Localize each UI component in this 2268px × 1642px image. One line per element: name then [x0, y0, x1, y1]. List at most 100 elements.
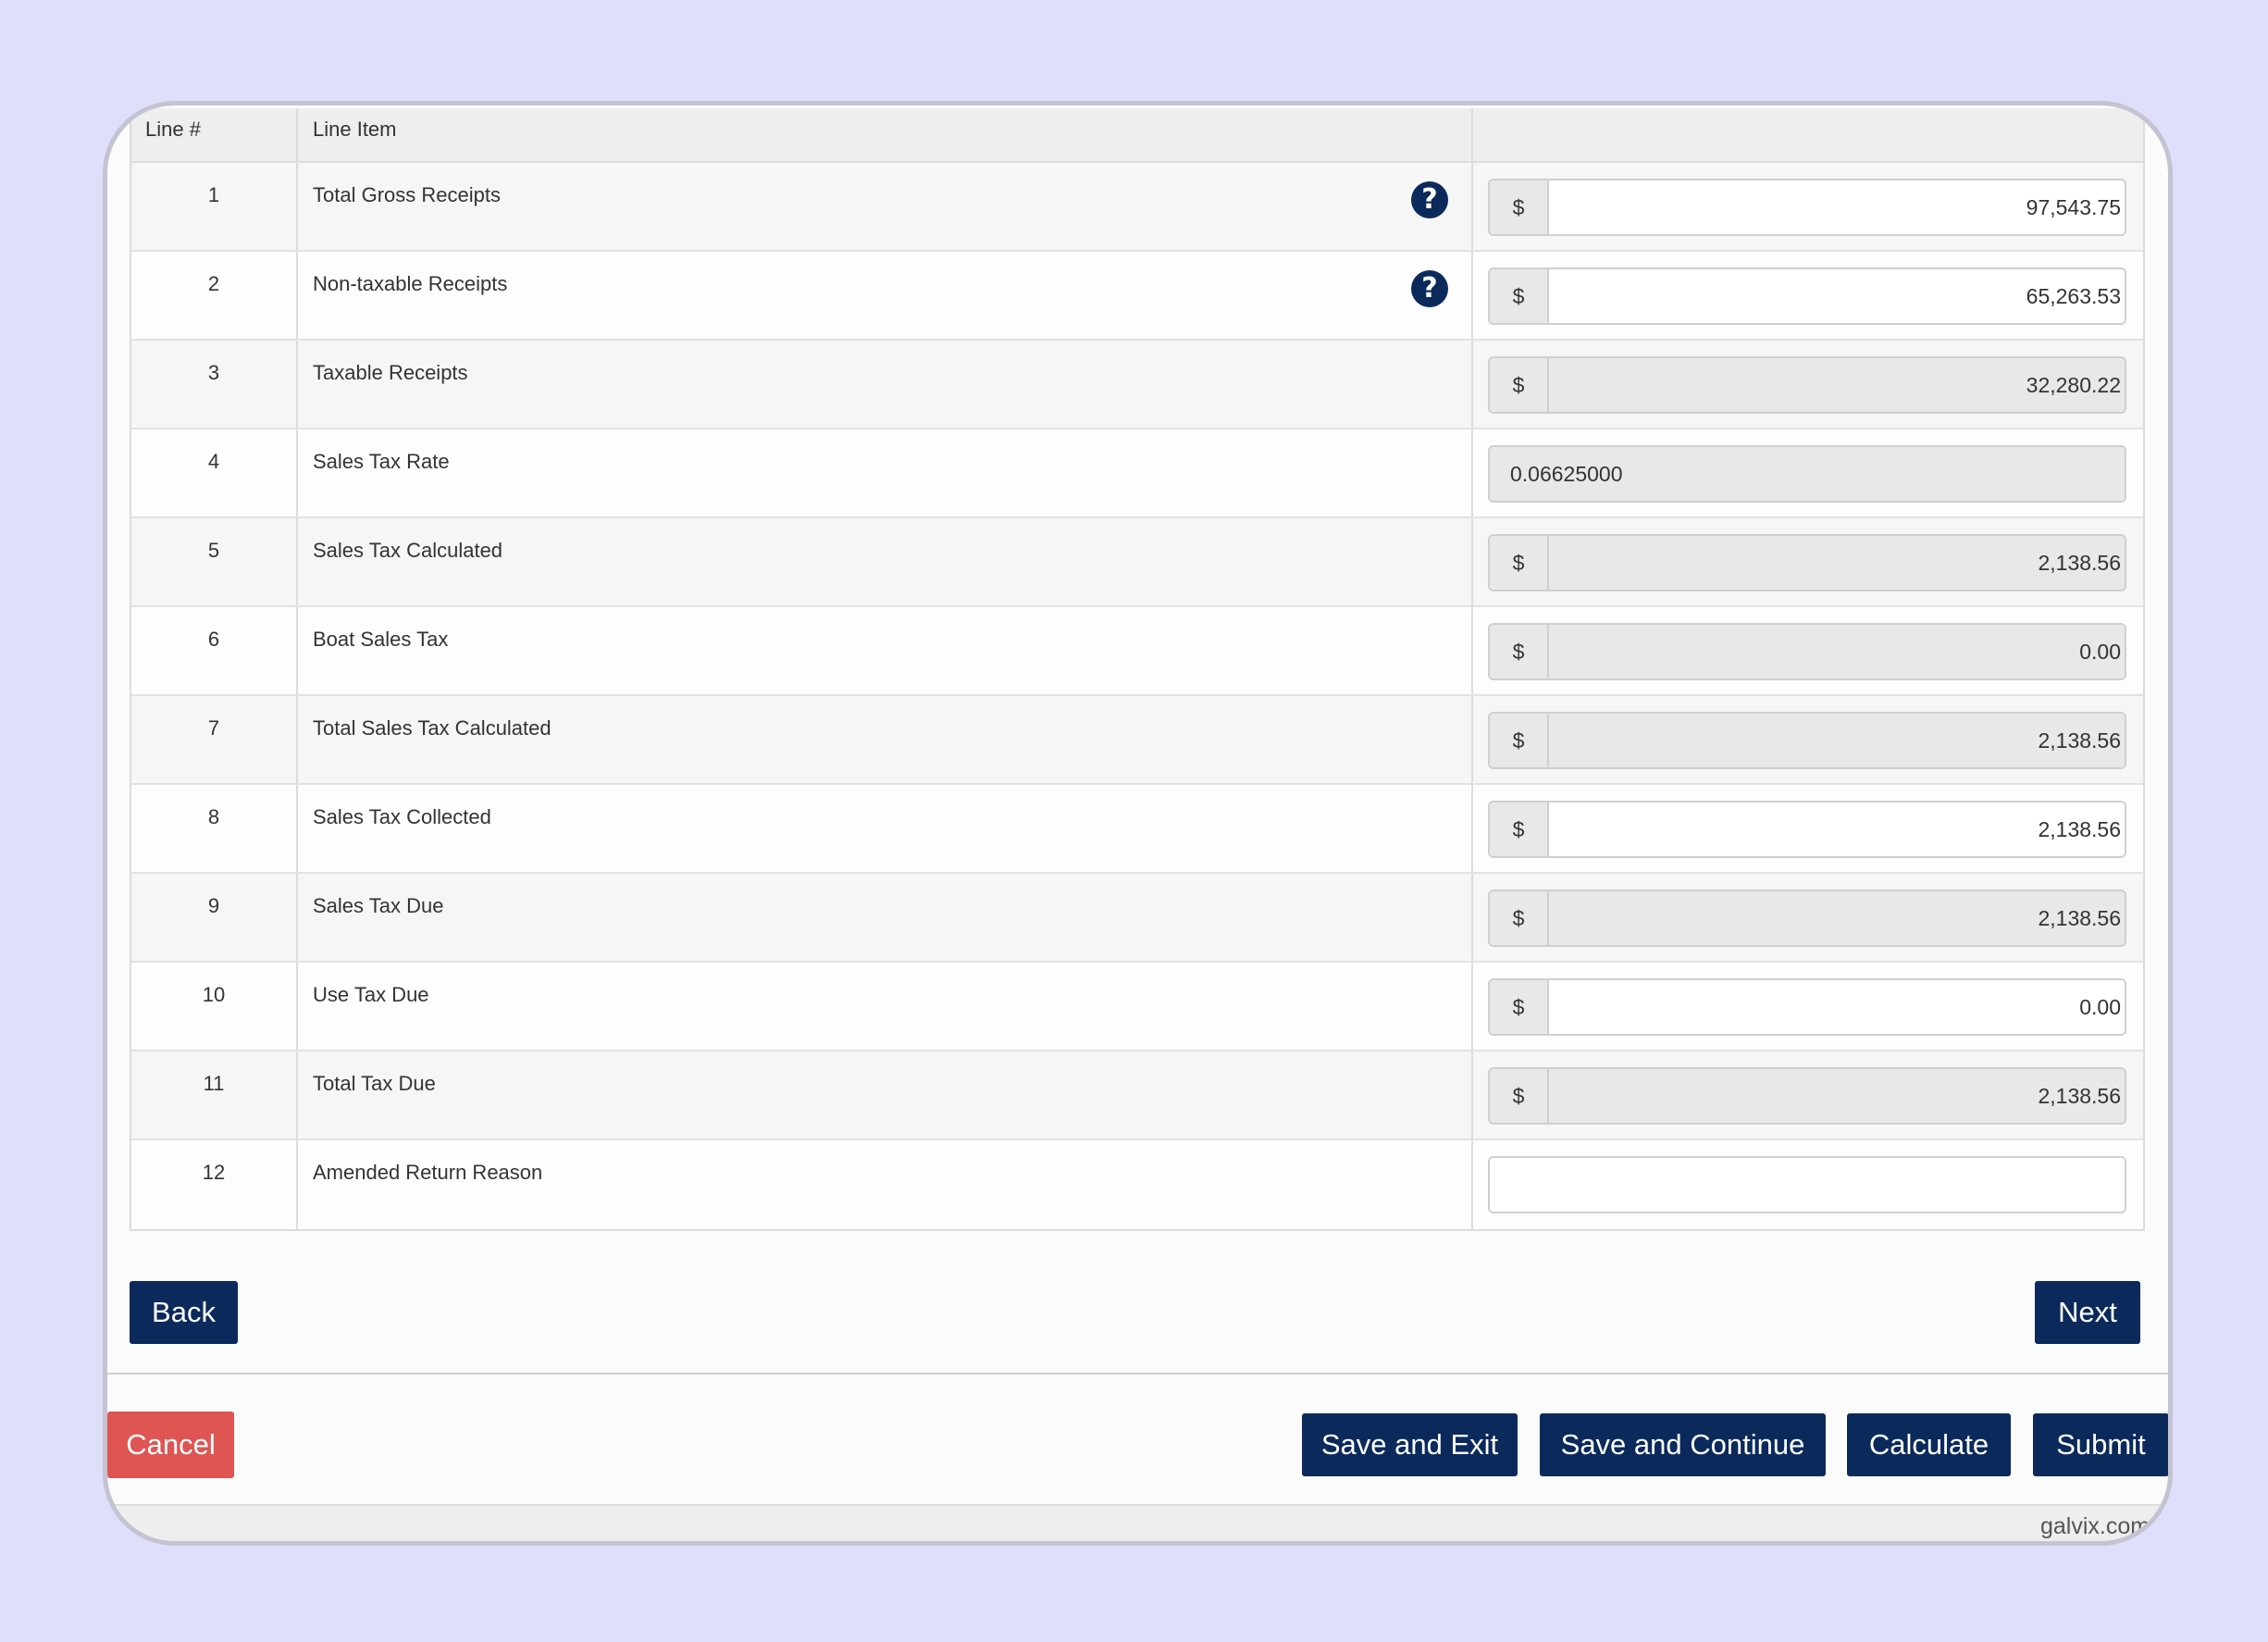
- calculate-button[interactable]: Calculate: [1847, 1413, 2011, 1476]
- line-item-label: Sales Tax Due: [313, 894, 444, 917]
- amount-field[interactable]: $97,543.75: [1488, 179, 2126, 236]
- cancel-button[interactable]: Cancel: [107, 1412, 234, 1478]
- amount-value[interactable]: 2,138.56: [1549, 802, 2125, 856]
- line-item-label: Sales Tax Calculated: [313, 539, 503, 562]
- amount-field[interactable]: [1488, 1156, 2126, 1213]
- line-item-label: Total Sales Tax Calculated: [313, 716, 552, 740]
- submit-button[interactable]: Submit: [2033, 1413, 2168, 1476]
- amount-field: $0.00: [1488, 623, 2126, 680]
- table-row: 5 Sales Tax Calculated $2,138.56: [131, 518, 2143, 607]
- question-circle-icon[interactable]: ?: [1411, 270, 1448, 307]
- table-row: 9 Sales Tax Due $2,138.56: [131, 874, 2143, 963]
- value-cell: $32,280.22: [1473, 341, 2143, 428]
- currency-prefix: $: [1490, 802, 1549, 856]
- line-number: 10: [131, 963, 298, 1050]
- value-cell: $97,543.75: [1473, 163, 2143, 250]
- value-cell: $2,138.56: [1473, 874, 2143, 961]
- table-row: 7 Total Sales Tax Calculated $2,138.56: [131, 696, 2143, 785]
- line-number: 1: [131, 163, 298, 250]
- line-number: 3: [131, 341, 298, 428]
- back-button[interactable]: Back: [130, 1281, 238, 1344]
- value-cell: $65,263.53: [1473, 252, 2143, 339]
- table-row: 3 Taxable Receipts $32,280.22: [131, 341, 2143, 429]
- line-item-cell: Amended Return Reason: [298, 1140, 1473, 1229]
- value-cell: $2,138.56: [1473, 1051, 2143, 1138]
- save-and-exit-button[interactable]: Save and Exit: [1302, 1413, 1518, 1476]
- table-row: 12 Amended Return Reason: [131, 1140, 2143, 1229]
- amount-value: 2,138.56: [1549, 714, 2125, 767]
- line-item-cell: Sales Tax Rate: [298, 429, 1473, 516]
- amount-value[interactable]: 65,263.53: [1549, 269, 2125, 323]
- line-item-cell: Use Tax Due: [298, 963, 1473, 1050]
- amount-field: $2,138.56: [1488, 712, 2126, 769]
- amount-value: 0.06625000: [1490, 447, 2125, 501]
- amount-value[interactable]: 0.00: [1549, 980, 2125, 1034]
- value-cell: $0.00: [1473, 963, 2143, 1050]
- line-number: 5: [131, 518, 298, 605]
- line-item-cell: Total Tax Due: [298, 1051, 1473, 1138]
- amount-field[interactable]: $2,138.56: [1488, 801, 2126, 858]
- question-circle-icon[interactable]: ?: [1411, 181, 1448, 218]
- line-item-cell: Total Sales Tax Calculated: [298, 696, 1473, 783]
- table-row: 10 Use Tax Due $0.00: [131, 963, 2143, 1051]
- line-item-label: Total Gross Receipts: [313, 183, 501, 206]
- amount-value: 32,280.22: [1549, 358, 2125, 412]
- line-number: 6: [131, 607, 298, 694]
- amount-value[interactable]: 97,543.75: [1549, 180, 2125, 234]
- amount-field: $32,280.22: [1488, 356, 2126, 414]
- tax-return-table: Line # Line Item 1 Total Gross Receipts? $…: [130, 108, 2145, 1231]
- table-row: 11 Total Tax Due $2,138.56: [131, 1051, 2143, 1140]
- table-row: 4 Sales Tax Rate 0.06625000: [131, 429, 2143, 518]
- line-item-label: Amended Return Reason: [313, 1161, 543, 1184]
- table-row: 1 Total Gross Receipts? $97,543.75: [131, 163, 2143, 252]
- amount-field: $2,138.56: [1488, 1067, 2126, 1125]
- line-item-label: Total Tax Due: [313, 1072, 436, 1095]
- line-number: 11: [131, 1051, 298, 1138]
- line-number: 12: [131, 1140, 298, 1229]
- next-button[interactable]: Next: [2035, 1281, 2140, 1344]
- footer-strip: [107, 1504, 2168, 1541]
- watermark: galvix.com: [2040, 1513, 2150, 1539]
- currency-prefix: $: [1490, 625, 1549, 678]
- save-and-continue-button[interactable]: Save and Continue: [1540, 1413, 1826, 1476]
- line-item-label: Non-taxable Receipts: [313, 272, 508, 295]
- line-item-label: Use Tax Due: [313, 983, 429, 1006]
- value-cell: $2,138.56: [1473, 696, 2143, 783]
- amount-field[interactable]: $0.00: [1488, 978, 2126, 1036]
- amount-field: $2,138.56: [1488, 889, 2126, 947]
- line-item-label: Boat Sales Tax: [313, 628, 449, 651]
- currency-prefix: $: [1490, 536, 1549, 590]
- line-item-cell: Sales Tax Collected: [298, 785, 1473, 872]
- currency-prefix: $: [1490, 269, 1549, 323]
- currency-prefix: $: [1490, 1069, 1549, 1123]
- value-cell: $0.00: [1473, 607, 2143, 694]
- line-number: 4: [131, 429, 298, 516]
- line-item-label: Sales Tax Rate: [313, 450, 450, 473]
- value-cell: [1473, 1140, 2143, 1229]
- currency-prefix: $: [1490, 891, 1549, 945]
- value-cell: 0.06625000: [1473, 429, 2143, 516]
- amount-field: $2,138.56: [1488, 534, 2126, 591]
- amount-value[interactable]: [1490, 1158, 2125, 1212]
- app-window: Line # Line Item 1 Total Gross Receipts? $…: [103, 101, 2173, 1546]
- line-number: 8: [131, 785, 298, 872]
- table-row: 2 Non-taxable Receipts? $65,263.53: [131, 252, 2143, 341]
- header-value: [1473, 108, 2143, 161]
- line-item-cell: Boat Sales Tax: [298, 607, 1473, 694]
- table-header: Line # Line Item: [131, 108, 2143, 163]
- line-number: 9: [131, 874, 298, 961]
- line-item-cell: Total Gross Receipts?: [298, 163, 1473, 250]
- value-cell: $2,138.56: [1473, 518, 2143, 605]
- header-line-num: Line #: [131, 108, 298, 161]
- currency-prefix: $: [1490, 980, 1549, 1034]
- table-row: 6 Boat Sales Tax $0.00: [131, 607, 2143, 696]
- amount-value: 0.00: [1549, 625, 2125, 678]
- line-item-cell: Taxable Receipts: [298, 341, 1473, 428]
- line-number: 7: [131, 696, 298, 783]
- amount-field[interactable]: $65,263.53: [1488, 267, 2126, 325]
- header-line-item: Line Item: [298, 108, 1473, 161]
- value-cell: $2,138.56: [1473, 785, 2143, 872]
- line-item-cell: Sales Tax Due: [298, 874, 1473, 961]
- amount-value: 2,138.56: [1549, 1069, 2125, 1123]
- currency-prefix: $: [1490, 714, 1549, 767]
